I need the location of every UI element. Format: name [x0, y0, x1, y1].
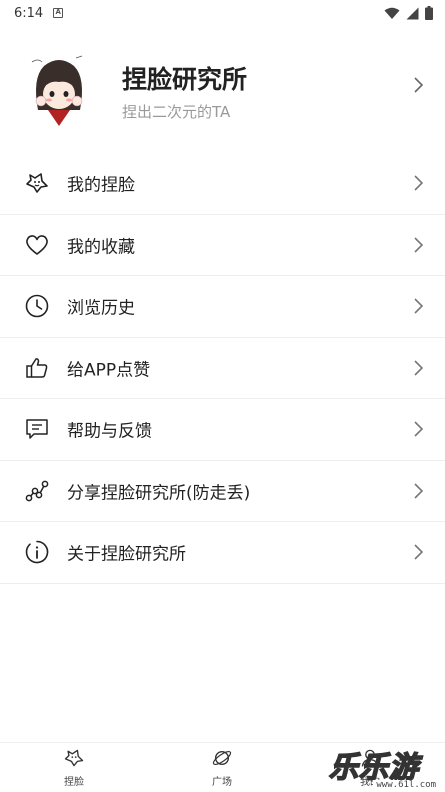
signal-icon [406, 7, 419, 19]
wifi-icon [384, 7, 400, 19]
settings-menu: 我的捏脸 我的收藏 浏览历史 给APP点赞 帮助与反馈 分享捏脸研究所(防走丢)… [0, 153, 445, 584]
profile-title: 捏脸研究所 [122, 65, 248, 94]
battery-icon [425, 6, 433, 20]
watermark-url: www.61l.com [373, 780, 439, 790]
menu-label-about: 关于捏脸研究所 [67, 544, 186, 565]
feedback-message-icon [26, 419, 48, 439]
chevron-right-icon [414, 77, 423, 93]
face-pinch-icon [26, 173, 48, 194]
tab-square[interactable]: 广场 [182, 747, 262, 788]
menu-item-about[interactable]: 关于捏脸研究所 [0, 522, 445, 584]
chevron-right-icon [414, 544, 423, 560]
menu-label-help-feedback: 帮助与反馈 [67, 421, 152, 442]
menu-item-history[interactable]: 浏览历史 [0, 276, 445, 338]
tab-label-square: 广场 [212, 777, 232, 788]
chevron-right-icon [414, 298, 423, 314]
clock-icon [25, 294, 49, 318]
status-indicators [384, 6, 433, 20]
chevron-right-icon [414, 237, 423, 253]
info-icon [25, 540, 49, 564]
status-bar: 6:14 A [0, 0, 445, 26]
menu-label-favorites: 我的收藏 [67, 237, 135, 258]
menu-item-like-app[interactable]: 给APP点赞 [0, 338, 445, 399]
menu-item-my-faces[interactable]: 我的捏脸 [0, 153, 445, 215]
planet-icon [212, 750, 232, 766]
avatar [31, 55, 83, 126]
chevron-right-icon [414, 360, 423, 376]
notification-icon: A [53, 8, 64, 18]
menu-label-like-app: 给APP点赞 [67, 360, 151, 381]
face-pinch-icon [64, 749, 84, 767]
chevron-right-icon [414, 421, 423, 437]
site-watermark: 乐乐游戏 www.61l.com [328, 744, 445, 792]
chevron-right-icon [414, 175, 423, 191]
status-time: 6:14 [14, 5, 44, 21]
tab-pinch-face[interactable]: 捏脸 [34, 747, 114, 788]
menu-label-share: 分享捏脸研究所(防走丢) [67, 483, 251, 504]
profile-subtitle: 捏出二次元的TA [122, 103, 231, 121]
chevron-right-icon [414, 483, 423, 499]
tab-label-pinch-face: 捏脸 [64, 777, 84, 788]
share-icon [25, 480, 49, 502]
menu-item-favorites[interactable]: 我的收藏 [0, 215, 445, 276]
menu-item-share[interactable]: 分享捏脸研究所(防走丢) [0, 461, 445, 522]
menu-item-help-feedback[interactable]: 帮助与反馈 [0, 399, 445, 461]
menu-label-history: 浏览历史 [67, 298, 135, 319]
heart-icon [26, 234, 48, 255]
profile-header[interactable]: 捏脸研究所 捏出二次元的TA [0, 40, 445, 140]
thumbs-up-icon [26, 357, 48, 378]
menu-label-my-faces: 我的捏脸 [67, 175, 135, 196]
